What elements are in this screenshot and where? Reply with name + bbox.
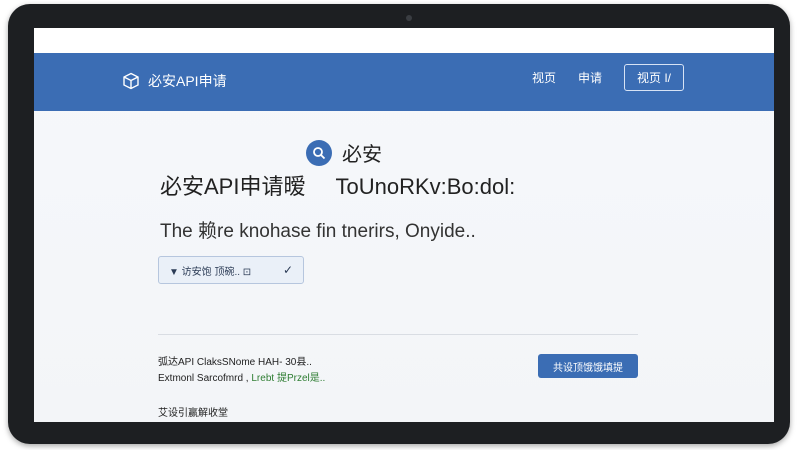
divider	[158, 334, 638, 335]
brand[interactable]: 必安API申请	[122, 71, 227, 91]
top-nav: 视页 申请 视页 I/	[532, 64, 684, 91]
select-value: ▼ 访安饱 顶碗.. ⊡	[169, 266, 252, 278]
info-line-1: 弧达API ClaksSNome HAH- 30县..	[158, 357, 312, 368]
title-left: 必安API申请暧	[160, 174, 306, 199]
info-line-2-text: Extmonl Sarcofmrd ,	[158, 373, 249, 384]
cube-icon	[122, 72, 140, 90]
info-block: 弧达API ClaksSNome HAH- 30县.. Extmonl Sarc…	[158, 355, 325, 387]
screen: 必安API申请 视页 申请 视页 I/ 必安 必安API申请暧 ToUnoRKv:…	[34, 28, 774, 422]
hero-badge: 必安	[306, 138, 382, 167]
badge-label: 必安	[342, 144, 382, 166]
brand-name: 必安API申请	[148, 73, 227, 89]
camera-icon	[406, 15, 412, 21]
page-title: 必安API申请暧 ToUnoRKv:Bo:dol:	[160, 169, 515, 201]
info-line-2-link[interactable]: Lrebt 提Przel是..	[251, 373, 325, 384]
topbar-strip	[34, 28, 774, 53]
device: 必安API申请 视页 申请 视页 I/ 必安 必安API申请暧 ToUnoRKv:…	[0, 0, 800, 450]
page-subtitle: The 赖re knohase fin tnerirs, Onyide..	[160, 221, 476, 242]
footer-text: 艾设引赢解收堂	[158, 408, 228, 419]
apply-button[interactable]: 共设顶饿饿填提	[538, 354, 638, 378]
search-icon	[306, 139, 332, 166]
header-bar: 必安API申请 视页 申请 视页 I/	[34, 53, 774, 111]
nav-link-home[interactable]: 视页	[532, 69, 556, 86]
nav-link-apply[interactable]: 申请	[578, 69, 602, 86]
option-select[interactable]: ▼ 访安饱 顶碗.. ⊡ ✓	[158, 256, 304, 284]
title-right: ToUnoRKv:Bo:dol:	[335, 174, 516, 199]
info-line-2: Extmonl Sarcofmrd , Lrebt 提Przel是..	[158, 371, 325, 387]
nav-action-button[interactable]: 视页 I/	[623, 64, 684, 91]
check-icon: ✓	[282, 263, 293, 277]
